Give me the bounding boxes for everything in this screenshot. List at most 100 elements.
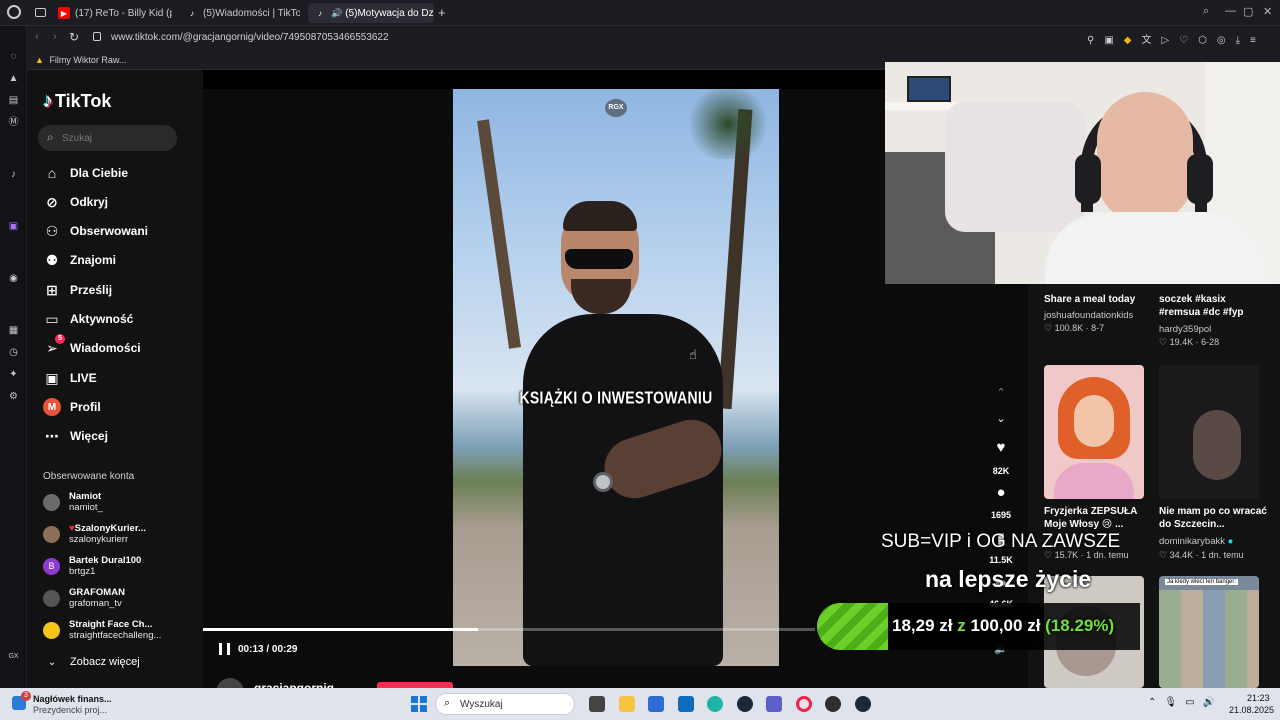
aria-icon[interactable]: ◌	[7, 50, 20, 63]
recommended-title[interactable]: soczek #kasix #remsua #dc #fyp	[1159, 293, 1264, 319]
clock-time[interactable]: 21:23	[1247, 693, 1270, 703]
player-icon[interactable]: ◉	[7, 272, 20, 285]
nav-explore[interactable]: ⊘ Odkryj	[43, 192, 108, 212]
author-name[interactable]: gracjangornig	[254, 681, 334, 688]
start-button[interactable]	[411, 696, 427, 712]
close-button[interactable]: ✕	[1263, 5, 1272, 18]
see-more-button[interactable]: ⌄ Zobacz więcej	[43, 652, 140, 672]
file-explorer-icon[interactable]	[619, 696, 635, 712]
next-video-button[interactable]: ⌄	[990, 412, 1012, 434]
outlook-icon[interactable]	[678, 696, 694, 712]
comment-icon[interactable]: ●	[990, 484, 1012, 506]
recommended-thumbnail[interactable]	[1044, 365, 1144, 499]
recommended-thumbnail[interactable]	[1159, 365, 1259, 499]
heart-icon[interactable]: ♡	[1179, 35, 1198, 46]
minimize-button[interactable]: —	[1225, 5, 1236, 17]
search-input[interactable]	[62, 130, 170, 146]
pin-icon[interactable]: ⚲	[1087, 35, 1104, 46]
nav-activity[interactable]: ▭ Aktywność	[43, 309, 133, 329]
search-box[interactable]: ⌕	[38, 125, 177, 151]
snapshot-icon[interactable]: ▣	[1104, 35, 1123, 46]
account-icon[interactable]: ◎	[1217, 35, 1236, 46]
opera-logo-icon[interactable]	[7, 5, 21, 19]
reload-button[interactable]: ↻	[69, 30, 79, 44]
progress-track[interactable]	[203, 628, 815, 631]
taskbar-search[interactable]: ⌕ Wyszukaj	[435, 693, 575, 715]
opera-gx-icon[interactable]	[796, 696, 812, 712]
tab-youtube[interactable]: ▶ (17) ReTo - Billy Kid (prod	[52, 3, 172, 23]
extensions-grid-icon[interactable]: ▦	[7, 324, 20, 337]
play-icon[interactable]: ▷	[1161, 35, 1179, 46]
nav-for-you[interactable]: ⌂ Dla Ciebie	[43, 163, 128, 183]
nav-profile[interactable]: M Profil	[43, 397, 101, 417]
like-icon[interactable]: ♥	[990, 439, 1012, 461]
bookmark-item[interactable]: ▲ Filmy Wiktor Raw...	[35, 55, 126, 65]
nav-messages[interactable]: ➢ 5 Wiadomości	[43, 334, 141, 358]
steam-icon[interactable]	[737, 696, 753, 712]
tab-manager-icon[interactable]	[35, 8, 46, 17]
followed-account[interactable]: ♥SzalonyKurier... szalonykurierr	[43, 520, 146, 548]
tab-tiktok-messages[interactable]: ♪ (5)Wiadomości | TikTok	[180, 3, 300, 23]
extensions-icon[interactable]: ✦	[7, 368, 20, 381]
forward-button[interactable]: ›	[53, 31, 57, 43]
tray-chevron-icon[interactable]: ⌃	[1148, 697, 1164, 708]
recommended-title[interactable]: Nie mam po co wracać do Szczecin...	[1159, 505, 1269, 531]
recommended-user[interactable]: hardy359pol	[1159, 324, 1211, 335]
nav-more[interactable]: ⋯ Więcej	[43, 426, 108, 446]
followed-account[interactable]: GRAFOMAN grafoman_tv	[43, 584, 125, 612]
recommended-title[interactable]: Fryzjerka ZEPSUŁA Moje Włosy 😢 ...	[1044, 505, 1154, 531]
pause-button[interactable]	[219, 643, 230, 655]
new-tab-button[interactable]: +	[438, 5, 446, 20]
nav-upload[interactable]: ⊞ Prześlij	[43, 280, 112, 300]
workspace-icon[interactable]: ▲	[7, 72, 20, 85]
microphone-icon[interactable]: 🎙	[1164, 697, 1185, 708]
chevron-down-icon: ⌄	[47, 656, 57, 668]
previous-video-button[interactable]: ⌃	[990, 386, 1012, 408]
extension-puzzle-icon[interactable]: ⬡	[1198, 35, 1217, 46]
store-icon[interactable]	[648, 696, 664, 712]
nav-friends[interactable]: ⚉ Znajomi	[43, 250, 116, 270]
followed-account[interactable]: Straight Face Ch... straightfacechalleng.…	[43, 616, 161, 644]
translate-icon[interactable]: 文	[1141, 35, 1161, 46]
gx-icon[interactable]: GX	[7, 650, 20, 663]
thumb-face	[1074, 395, 1114, 447]
recommended-user[interactable]: joshuafoundationkids	[1044, 310, 1133, 321]
history-icon[interactable]: ◷	[7, 346, 20, 359]
edge-icon[interactable]	[707, 696, 723, 712]
steam-client-icon[interactable]	[855, 696, 871, 712]
teams-icon[interactable]	[766, 696, 782, 712]
nav-live[interactable]: ▣ LIVE	[43, 368, 96, 388]
speaker-icon[interactable]: 🔊	[331, 8, 342, 19]
tiktok-logo[interactable]: ♪ TikTok	[43, 90, 111, 113]
tiktok-sidebar-icon[interactable]: ♪	[7, 168, 20, 181]
download-icon[interactable]: ⤓	[1236, 35, 1250, 46]
video-player[interactable]: RGX KSIĄŻKI O INWESTOWANIU	[453, 89, 779, 666]
settings-gear-icon[interactable]: ⚙	[7, 390, 20, 403]
save-count: 11.5K	[989, 555, 1013, 565]
url-field[interactable]: www.tiktok.com/@gracjangornig/video/7495…	[111, 32, 389, 43]
thumb-shirt	[1054, 463, 1134, 499]
news-widget[interactable]: 3 Nagłówek finans... Prezydencki proj...	[12, 691, 122, 717]
messenger-icon[interactable]: Ⓜ	[7, 116, 20, 129]
volume-icon[interactable]: 🔊	[1203, 697, 1223, 708]
recommended-thumbnail[interactable]: Ja kiedy wleci ten banger:	[1159, 576, 1259, 688]
recommended-title[interactable]: Share a meal today	[1044, 293, 1150, 306]
followed-account[interactable]: Namiot namiot_	[43, 488, 103, 516]
tab-tiktok-video[interactable]: ♪ 🔊 (5)Motywacja do Dzia	[308, 3, 434, 23]
crypto-wallet-icon[interactable]: ▤	[7, 94, 20, 107]
menu-icon[interactable]: ≡	[1250, 35, 1266, 46]
maximize-button[interactable]: ▢	[1243, 5, 1253, 18]
obs-icon[interactable]	[825, 696, 841, 712]
display-icon[interactable]: ▭	[1185, 697, 1202, 708]
clock-date[interactable]: 21.08.2025	[1229, 705, 1274, 715]
back-button[interactable]: ‹	[35, 31, 39, 43]
followed-account[interactable]: B Bartek Dural100 brtgz1	[43, 552, 141, 580]
webcam-overlay	[885, 62, 1280, 284]
nav-following[interactable]: ⚇ Obserwowani	[43, 221, 148, 241]
twitch-icon[interactable]: ▣	[7, 220, 20, 233]
search-tabs-icon[interactable]: ⌕	[1203, 5, 1209, 18]
recommended-user[interactable]: dominikarybakk ●	[1159, 536, 1233, 547]
home-icon: ⌂	[47, 165, 57, 181]
task-view-icon[interactable]	[589, 696, 605, 712]
shield-icon[interactable]: ◆	[1124, 35, 1142, 46]
